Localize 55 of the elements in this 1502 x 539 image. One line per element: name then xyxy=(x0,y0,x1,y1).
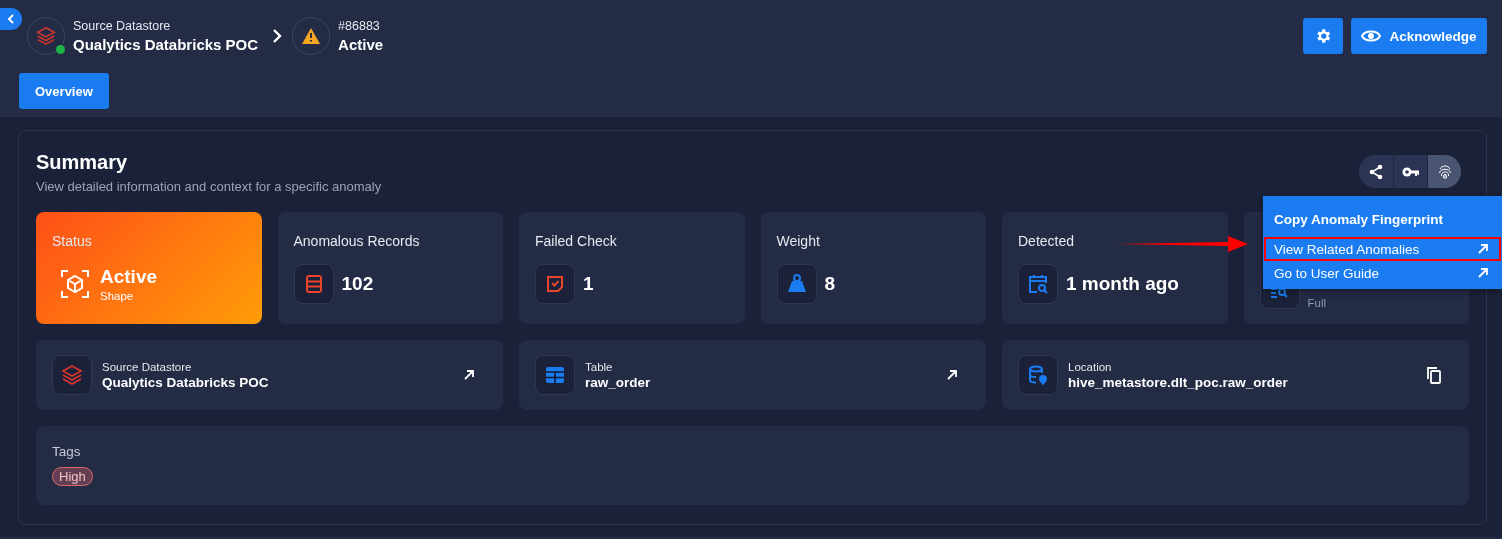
menu-item[interactable]: View Related Anomalies xyxy=(1264,237,1501,261)
external-link-icon xyxy=(463,369,475,381)
stat-label: Failed Check xyxy=(535,233,617,249)
checked-note-icon xyxy=(545,274,565,294)
layers-icon xyxy=(35,25,57,47)
anomaly-id: #86883 xyxy=(338,19,381,33)
settings-button[interactable] xyxy=(1303,18,1343,54)
fingerprint-button[interactable] xyxy=(1427,155,1461,188)
acknowledge-button[interactable]: Acknowledge xyxy=(1351,18,1487,54)
tag: High xyxy=(52,467,93,486)
chevron-left-icon xyxy=(7,14,15,24)
stat-label: Weight xyxy=(776,233,820,249)
stat-value: 1 xyxy=(583,273,594,295)
external-link-icon xyxy=(1477,243,1489,255)
share-icon xyxy=(1368,163,1384,180)
crumb-link[interactable]: Qualytics Databricks POC xyxy=(73,36,259,53)
stat-label: Detected xyxy=(1018,233,1075,249)
eye-icon xyxy=(1361,29,1382,43)
layers-icon xyxy=(60,363,84,387)
detail-value: Qualytics Databricks POC xyxy=(102,374,270,390)
detail-label: Table xyxy=(585,360,614,373)
weight-icon xyxy=(785,273,808,295)
database-pin-icon xyxy=(1027,364,1049,386)
stat-subtitle: Full xyxy=(1307,297,1327,309)
external-link-icon xyxy=(946,369,958,381)
stat-value: Active xyxy=(100,266,158,288)
chevron-right-icon xyxy=(272,29,283,43)
copy-icon xyxy=(1427,366,1441,384)
stat-value: 1 month ago xyxy=(1066,273,1179,295)
detail-value: raw_order xyxy=(585,374,652,390)
menu-item[interactable]: Copy Anomaly Fingerprint xyxy=(1264,202,1501,236)
stat-label: Anomalous Records xyxy=(293,233,420,249)
external-link-icon xyxy=(1477,267,1489,279)
stat-value: 8 xyxy=(824,273,836,295)
detail-label: Location xyxy=(1068,360,1113,373)
key-icon xyxy=(1401,165,1420,178)
summary-subtitle: View detailed information and context for a specific anomaly xyxy=(36,179,383,194)
calendar-search-icon xyxy=(1027,273,1049,295)
stat-value: 102 xyxy=(341,273,374,295)
table-icon xyxy=(545,365,565,385)
anomaly-status: Active xyxy=(338,36,384,53)
crumb-label: Source Datastore xyxy=(73,19,172,33)
summary-title: Summary xyxy=(36,151,129,174)
fingerprint-icon xyxy=(1436,163,1453,180)
collapse-button[interactable] xyxy=(0,8,22,30)
rows-icon xyxy=(303,274,324,294)
stat-label: Status xyxy=(52,233,92,249)
overview-tab[interactable]: Overview xyxy=(19,73,109,109)
detail-value: hive_metastore.dlt_poc.raw_order xyxy=(1068,374,1289,390)
warning-icon xyxy=(302,28,321,44)
menu-item[interactable]: Go to User Guide xyxy=(1264,261,1501,285)
cube-scan-icon xyxy=(60,269,90,299)
detail-label: Source Datastore xyxy=(102,360,193,373)
stat-subtitle: Shape xyxy=(100,290,135,302)
tags-label: Tags xyxy=(52,444,82,459)
